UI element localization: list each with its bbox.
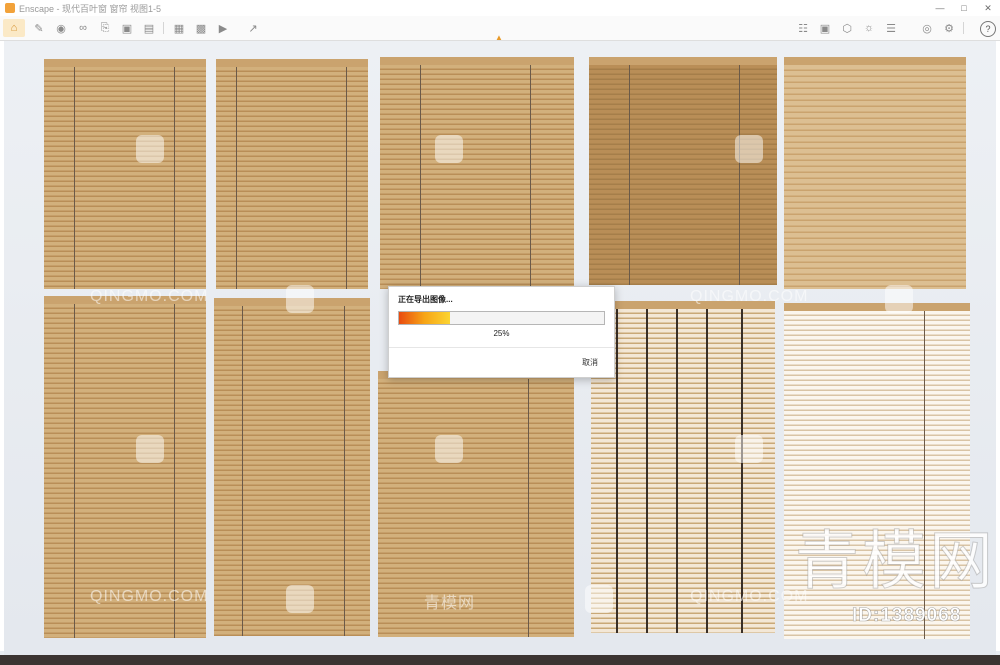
sun-icon[interactable]: ☼ (860, 19, 878, 37)
right-panel-edge (996, 41, 1000, 651)
paste-icon[interactable]: ⎘ (96, 19, 114, 37)
batch-photo-icon[interactable]: ▩ (192, 19, 210, 37)
blind-cord (74, 67, 75, 289)
home-icon[interactable]: ⌂ (3, 19, 25, 37)
dialog-divider (389, 347, 614, 348)
watermark-text: 青模网 (424, 595, 476, 612)
watermark-logo (136, 435, 164, 463)
watermark-logo (735, 435, 763, 463)
blind-cord (528, 379, 529, 637)
venetian-blind (380, 57, 574, 289)
blind-cord (346, 67, 347, 289)
blind-headrail (589, 57, 777, 65)
watermark-text: QINGMO.COM (690, 288, 809, 305)
box-icon[interactable]: ▣ (118, 19, 136, 37)
blind-cord (530, 65, 531, 289)
watermark-text: QINGMO.COM (90, 288, 209, 305)
watermark-logo (286, 585, 314, 613)
blind-slats (589, 65, 777, 285)
progress-percent: 25% (493, 329, 510, 338)
blind-cord (676, 309, 678, 633)
dialog-title: 正在导出图像... (398, 295, 453, 304)
window-title: Enscape - 现代百叶窗 窗帘 视图1-5 (19, 3, 162, 14)
toolbar-separator (963, 22, 964, 34)
toolbar-separator (163, 22, 164, 34)
blind-cord (646, 309, 648, 633)
minimize-button[interactable]: — (928, 0, 952, 16)
watermark-logo (735, 135, 763, 163)
blind-headrail (44, 59, 206, 67)
blind-slats (784, 65, 966, 289)
blind-slats (378, 379, 574, 637)
cancel-button[interactable]: 取消 (582, 357, 598, 368)
maximize-button[interactable]: □ (952, 0, 976, 16)
book-icon[interactable]: ☷ (794, 19, 812, 37)
progress-bar (398, 311, 605, 325)
enscape-logo-icon (5, 3, 15, 13)
blind-cord (741, 309, 743, 633)
blind-headrail (784, 57, 966, 65)
taskbar-edge (0, 655, 1000, 665)
blind-slats (44, 67, 206, 289)
watermark-logo (286, 285, 314, 313)
venetian-blind (589, 57, 777, 285)
blind-headrail (784, 303, 970, 311)
help-icon[interactable]: ? (980, 21, 996, 37)
id-watermark: ID:1389068 (852, 605, 962, 627)
venetian-blind (216, 59, 368, 289)
blind-cord (174, 67, 175, 289)
export-icon[interactable]: ↗ (244, 19, 262, 37)
venetian-blind (784, 57, 966, 289)
visibility-icon[interactable]: ◎ (918, 19, 936, 37)
video-export-icon[interactable]: ▶ (214, 19, 232, 37)
pencil-icon[interactable]: ✎ (30, 19, 48, 37)
blind-cord (74, 304, 75, 638)
link-icon[interactable]: ∞ (74, 19, 92, 37)
cube-icon[interactable]: ⬡ (838, 19, 856, 37)
watermark-logo (435, 135, 463, 163)
watermark-logo (435, 435, 463, 463)
blind-cord (629, 65, 630, 285)
watermark-text: QINGMO.COM (690, 588, 809, 605)
brand-watermark: 青模网 (795, 525, 996, 600)
window-controls: — □ ✕ (928, 0, 1000, 16)
blind-cord (420, 65, 421, 289)
screenshot-icon[interactable]: ▣ (816, 19, 834, 37)
export-progress-dialog: 正在导出图像... 25% 取消 (388, 286, 615, 378)
blind-headrail (216, 59, 368, 67)
photo-icon[interactable]: ▦ (170, 19, 188, 37)
blind-cord (242, 306, 243, 636)
venetian-blind (591, 301, 775, 633)
layers-icon[interactable]: ☰ (882, 19, 900, 37)
title-bar: Enscape - 现代百叶窗 窗帘 视图1-5 — □ ✕ (0, 0, 1000, 17)
blind-cord (344, 306, 345, 636)
venetian-blind (378, 371, 574, 637)
blind-cord (616, 309, 618, 633)
blind-slats (380, 65, 574, 289)
watermark-logo (885, 285, 913, 313)
blind-cord (236, 67, 237, 289)
watermark-logo (136, 135, 164, 163)
blind-headrail (380, 57, 574, 65)
venetian-blind (44, 59, 206, 289)
blind-slats (591, 309, 775, 633)
blind-cord (739, 65, 740, 285)
eye-icon[interactable]: ◉ (52, 19, 70, 37)
watermark-logo (585, 585, 613, 613)
clapper-icon[interactable]: ▤ (140, 19, 158, 37)
watermark-text: QINGMO.COM (90, 588, 209, 605)
venetian-blind (44, 296, 206, 638)
blind-cord (706, 309, 708, 633)
close-button[interactable]: ✕ (976, 0, 1000, 16)
progress-fill (399, 312, 451, 324)
settings-icon[interactable]: ⚙ (940, 19, 958, 37)
